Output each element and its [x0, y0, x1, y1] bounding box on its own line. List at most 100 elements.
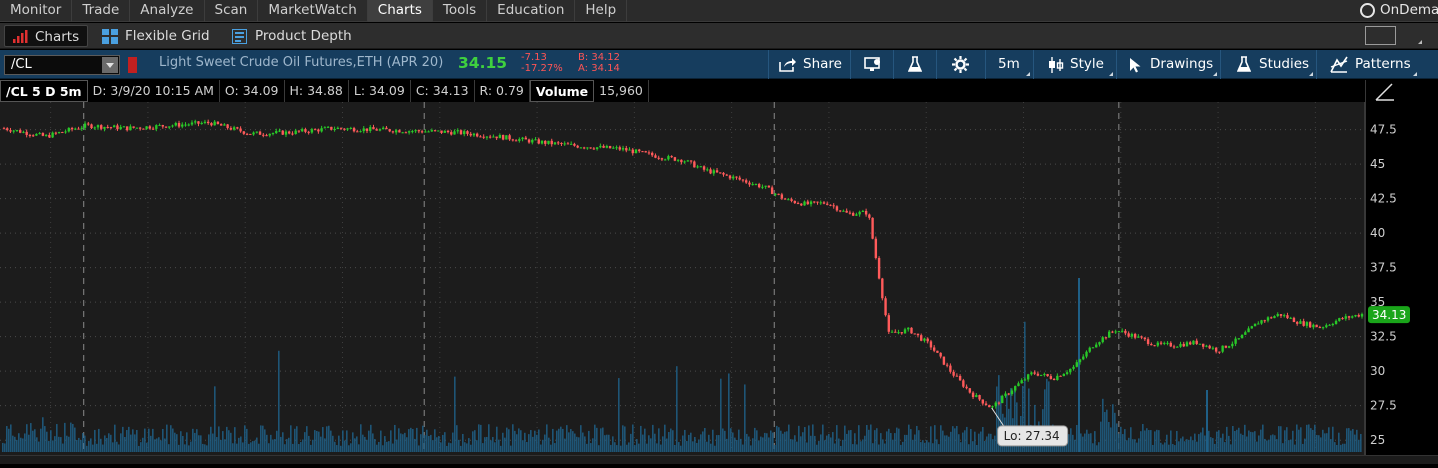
candle-body: [1234, 338, 1237, 344]
menu-charts[interactable]: Charts: [367, 0, 433, 22]
chart-subbar: Charts Flexible Grid Product Depth: [0, 23, 1438, 49]
symbol-input[interactable]: /CL: [4, 55, 120, 75]
volume-bar: [1314, 424, 1316, 452]
bar-high: H: 34.88: [285, 80, 349, 102]
timeframe-button[interactable]: 5m: [985, 50, 1032, 79]
layout-button[interactable]: [1365, 26, 1396, 45]
volume-bar: [1156, 429, 1158, 452]
candle-body: [492, 136, 495, 138]
volume-bar: [732, 432, 734, 452]
volume-bar: [54, 436, 56, 452]
candle-body: [741, 179, 745, 181]
volume-bar: [1312, 429, 1314, 452]
volume-bar: [570, 429, 572, 452]
candle-body: [602, 145, 605, 148]
volume-bar: [1164, 442, 1166, 452]
volume-bar: [256, 437, 258, 452]
chart-settings-button[interactable]: [850, 50, 892, 79]
volume-bar: [752, 438, 754, 452]
y-tick-label: 40: [1370, 226, 1385, 240]
candle-body: [1137, 336, 1140, 338]
drawings-button[interactable]: Drawings: [1116, 50, 1219, 79]
volume-bar: [162, 428, 164, 452]
volume-bar: [1072, 434, 1074, 452]
candle-body: [1114, 331, 1117, 333]
bar-open: O: 34.09: [220, 80, 285, 102]
volume-bar: [894, 433, 896, 452]
candle-body: [362, 128, 365, 132]
menu-marketwatch[interactable]: MarketWatch: [258, 0, 368, 22]
volume-bar: [380, 430, 382, 452]
volume-bar: [926, 440, 928, 452]
volume-bar: [1134, 439, 1136, 452]
menu-monitor[interactable]: Monitor: [0, 0, 73, 22]
candle-body: [767, 185, 771, 188]
volume-bar: [10, 424, 12, 452]
volume-bar: [1238, 427, 1240, 452]
bid-ask: B: 34.12 A: 34.14: [578, 52, 620, 74]
style-button[interactable]: Style: [1033, 50, 1115, 79]
volume-bar: [276, 430, 278, 452]
candle-body: [800, 203, 803, 206]
volume-bar: [980, 431, 982, 452]
volume-bar: [218, 426, 220, 452]
patterns-button[interactable]: Patterns: [1316, 50, 1419, 79]
subtab-product-depth[interactable]: Product Depth: [232, 25, 352, 47]
volume-bar: [470, 444, 472, 452]
volume-bar: [804, 427, 806, 452]
volume-bar: [692, 441, 694, 452]
candle-body: [1153, 345, 1156, 347]
menu-tools[interactable]: Tools: [433, 0, 488, 22]
menu-education[interactable]: Education: [487, 0, 576, 22]
volume-bar: [1174, 445, 1176, 452]
volume-bar: [312, 439, 314, 452]
volume-bar: [438, 436, 440, 452]
volume-bar: [76, 439, 78, 452]
symbol-dropdown-icon[interactable]: [102, 57, 118, 73]
menu-trade[interactable]: Trade: [72, 0, 131, 22]
menu-scan[interactable]: Scan: [205, 0, 259, 22]
chart-area[interactable]: 47.5 45 42.5 40 37.5 35 32.5 30 27.5 25 34.13 Lo: …: [0, 80, 1438, 464]
studies-button[interactable]: Studies: [1220, 50, 1315, 79]
volume-bar: [994, 435, 996, 452]
candle-body: [333, 129, 336, 131]
volume-bar: [1130, 427, 1132, 452]
candle-body: [1069, 368, 1072, 373]
volume-bar: [1068, 434, 1070, 452]
volume-bar: [1342, 443, 1344, 452]
layout-dropdown-icon[interactable]: [1418, 40, 1422, 44]
subtab-flexible-grid[interactable]: Flexible Grid: [102, 25, 210, 47]
volume-bar: [710, 443, 712, 452]
volume-bar: [1304, 438, 1306, 452]
candle-body: [595, 147, 599, 150]
candle-body: [41, 133, 45, 136]
subtab-charts[interactable]: Charts: [4, 25, 89, 47]
volume-bar: [852, 444, 854, 452]
volume-bar: [504, 437, 506, 452]
link-flag-icon[interactable]: [128, 57, 137, 73]
candle-body: [1244, 332, 1247, 335]
share-button[interactable]: Share: [768, 50, 849, 79]
flask-button[interactable]: [893, 50, 935, 79]
volume-bar: [152, 428, 154, 452]
volume-bar: [1178, 441, 1180, 452]
candle-body: [900, 332, 903, 334]
volume-bar: [1074, 439, 1076, 452]
volume-bar: [772, 432, 774, 452]
settings-button[interactable]: [936, 50, 984, 79]
volume-bar: [334, 441, 336, 452]
volume-bar: [466, 443, 468, 452]
price-chart[interactable]: 47.54542.54037.53532.53027.525 34.13Lo: …: [0, 80, 1438, 464]
volume-bar: [740, 438, 742, 452]
candle-body: [349, 128, 352, 130]
volume-bar: [180, 431, 182, 452]
candle-body: [307, 131, 310, 133]
ondemand-button[interactable]: OnDemand: [1358, 0, 1438, 22]
candle-body: [1150, 344, 1153, 346]
menu-help[interactable]: Help: [575, 0, 628, 22]
menu-analyze[interactable]: Analyze: [130, 0, 205, 22]
volume-bar: [750, 445, 752, 452]
volume-bar: [462, 433, 464, 452]
volume-bar: [142, 437, 144, 452]
volume-bar: [1120, 426, 1122, 452]
